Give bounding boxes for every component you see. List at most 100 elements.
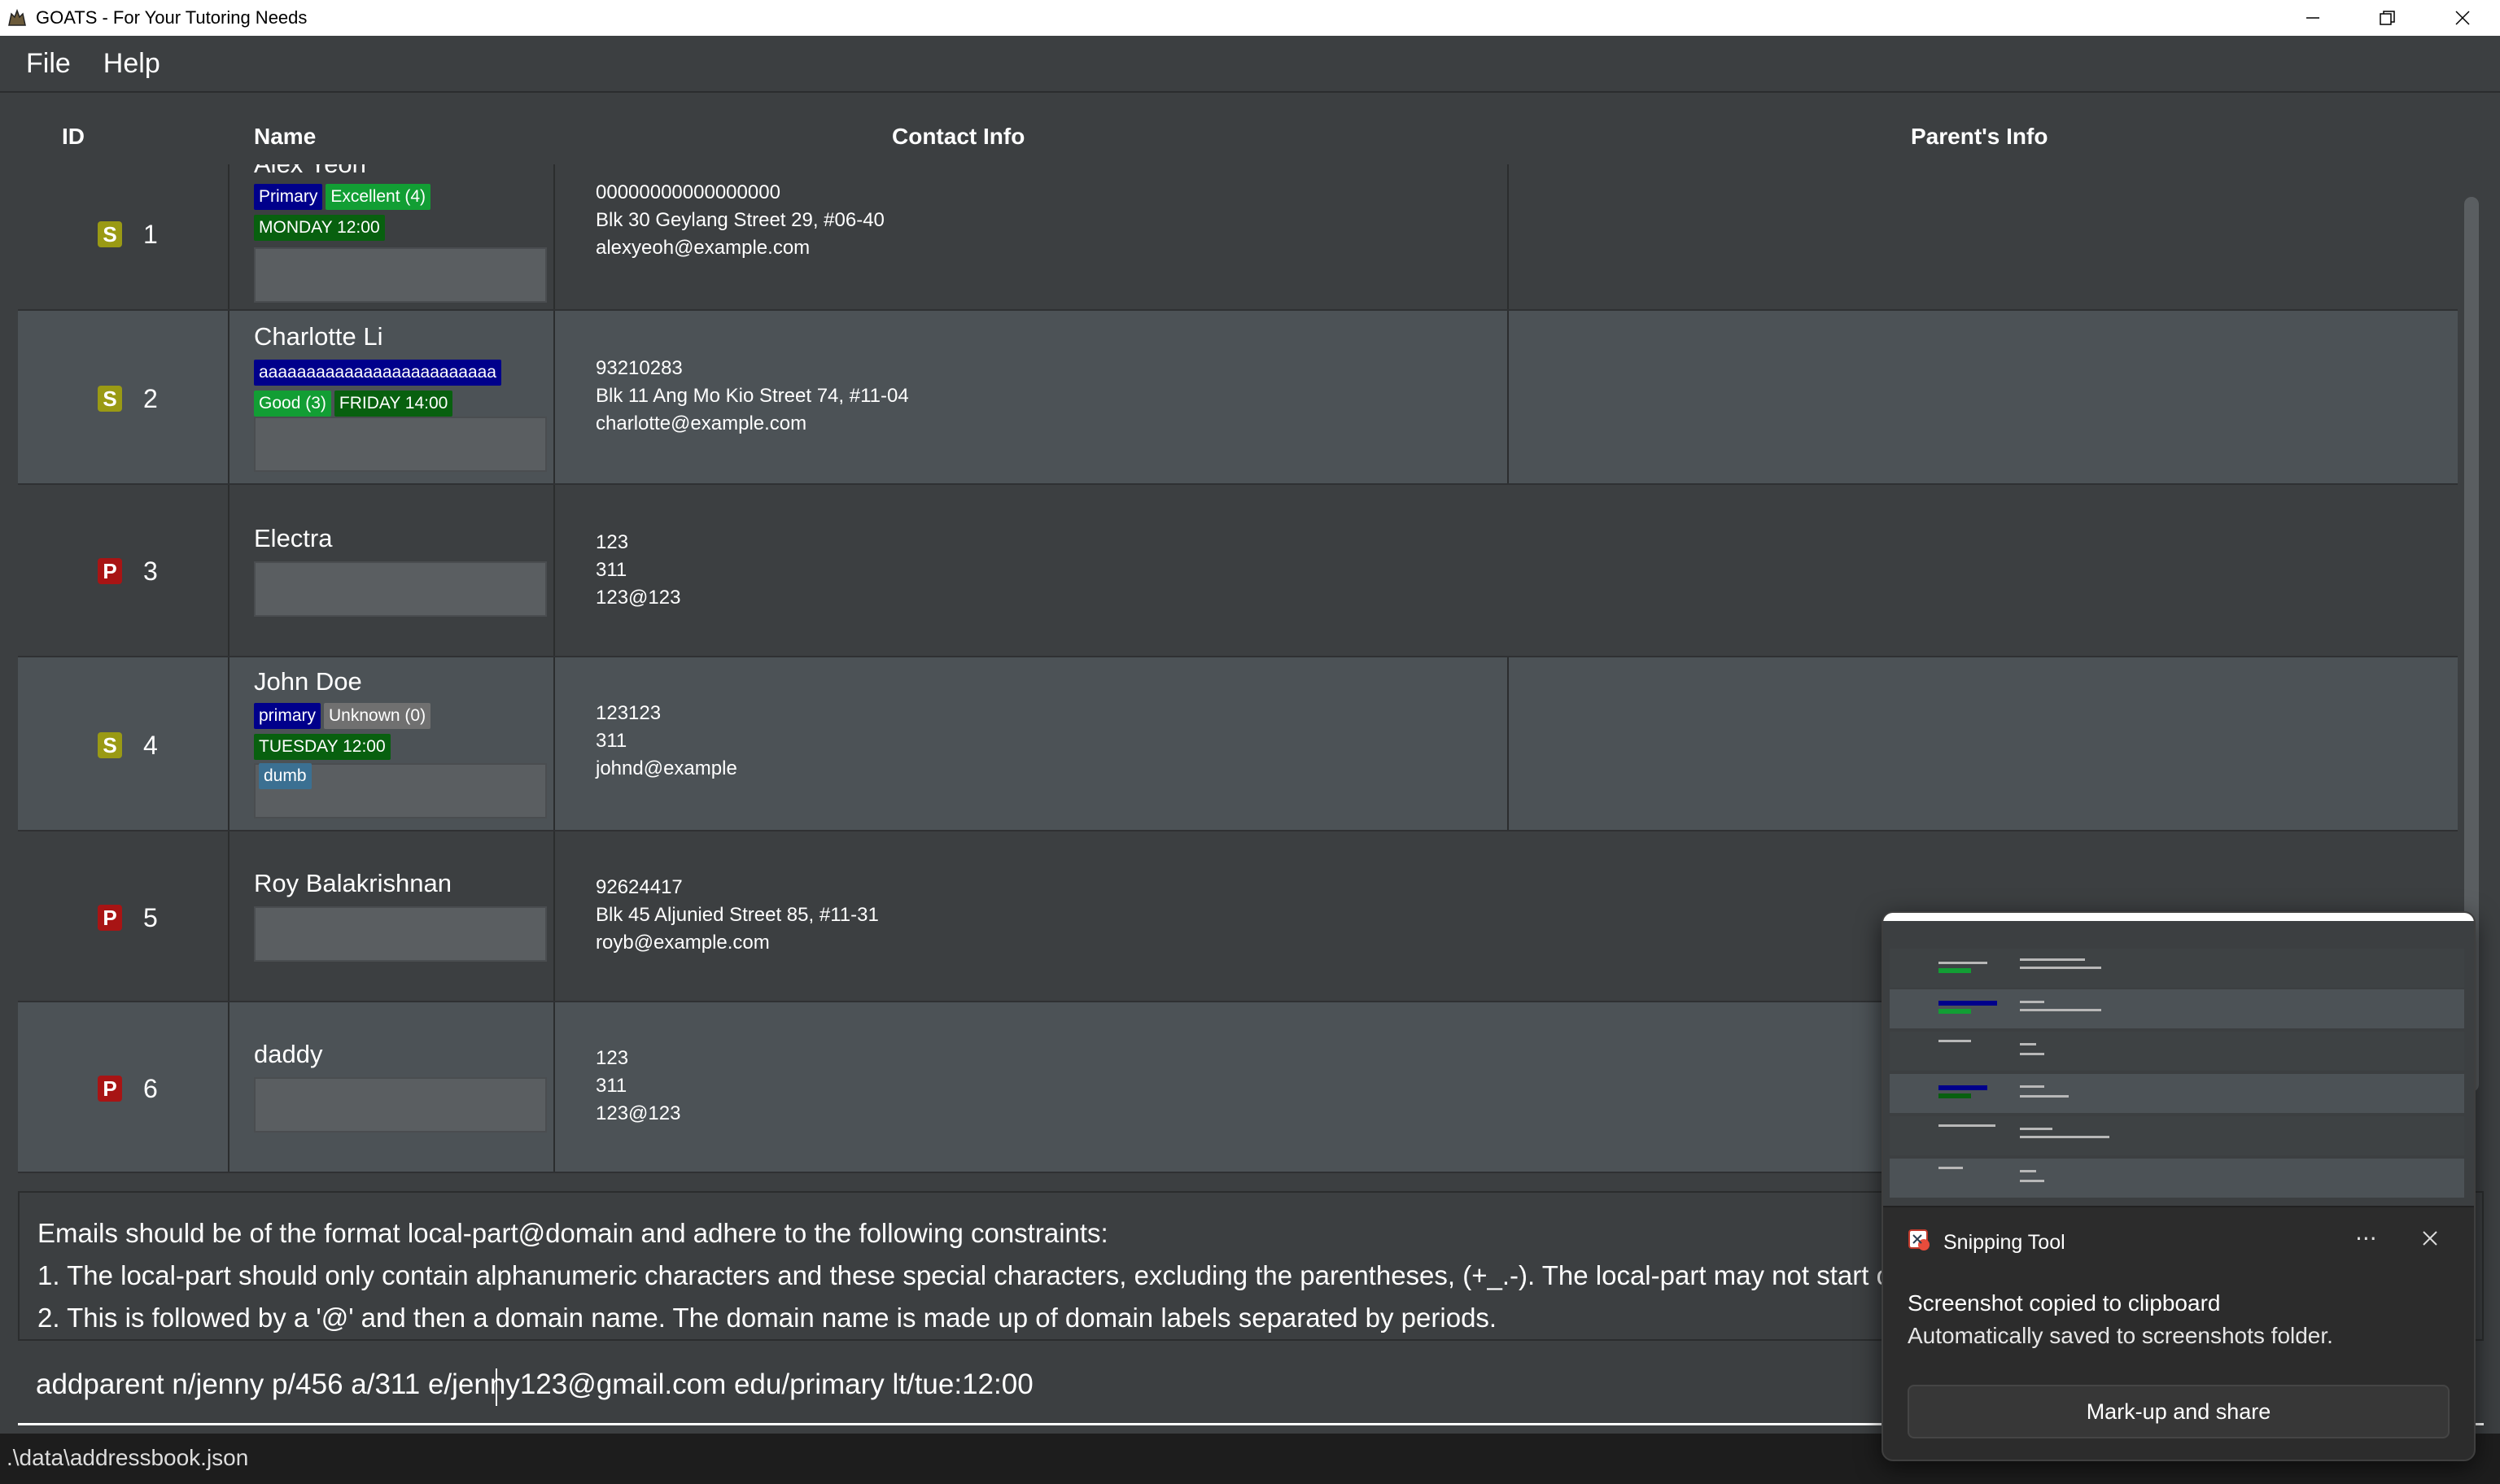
person-name: daddy — [254, 1040, 323, 1068]
tag-grade: Excellent (4) — [326, 184, 431, 210]
person-id: 1 — [143, 220, 158, 249]
student-badge: S — [98, 732, 122, 758]
address: 311 — [596, 1075, 627, 1097]
tag-lesson-time: FRIDAY 14:00 — [334, 391, 453, 417]
close-icon[interactable] — [2420, 1229, 2440, 1251]
address: Blk 30 Geylang Street 29, #06-40 — [596, 209, 885, 231]
id-cell: P 5 — [18, 831, 229, 1001]
phone: 123 — [596, 1047, 629, 1069]
person-name: John Doe — [254, 667, 362, 696]
contact-cell: 00000000000000000 Blk 30 Geylang Street … — [555, 164, 1507, 309]
save-location: .\data\addressbook.json — [7, 1445, 249, 1470]
contact-cell: 123 311 123@123 — [555, 485, 2458, 656]
student-badge: S — [98, 386, 122, 412]
email: charlotte@example.com — [596, 412, 807, 434]
window-title: GOATS - For Your Tutoring Needs — [36, 7, 308, 28]
header-id: ID — [62, 124, 85, 149]
address: Blk 45 Aljunied Street 85, #11-31 — [596, 904, 879, 926]
restore-icon[interactable] — [2350, 0, 2425, 36]
tag-grade: Unknown (0) — [324, 703, 431, 729]
email: royb@example.com — [596, 932, 770, 954]
parent-cell — [1507, 657, 2458, 830]
table-header: ID Name Contact Info Parent's Info — [0, 93, 2474, 164]
tag-level: primary — [254, 703, 321, 729]
notes-box — [254, 247, 547, 303]
header-contact: Contact Info — [892, 124, 1025, 149]
tag-list: aaaaaaaaaaaaaaaaaaaaaaaaa Good (3) FRIDA… — [254, 360, 547, 421]
menu-help[interactable]: Help — [103, 48, 160, 80]
parent-badge: P — [98, 905, 122, 931]
notes-box — [254, 417, 547, 472]
person-id: 3 — [143, 556, 158, 586]
menu-file[interactable]: File — [26, 48, 71, 80]
name-cell: Roy Balakrishnan — [229, 831, 555, 1001]
phone: 93210283 — [596, 357, 683, 379]
name-cell: Electra — [229, 485, 555, 656]
tag-grade: Good (3) — [254, 391, 331, 417]
tag-list: Primary Excellent (4) MONDAY 12:00 — [254, 184, 547, 246]
table-row[interactable]: S 2 Charlotte Li aaaaaaaaaaaaaaaaaaaaaaa… — [18, 311, 2458, 485]
parent-cell — [1507, 311, 2458, 483]
contact-cell: 93210283 Blk 11 Ang Mo Kio Street 74, #1… — [555, 311, 1507, 483]
person-name: Roy Balakrishnan — [254, 869, 452, 897]
minimize-icon[interactable] — [2275, 0, 2350, 36]
id-cell: S 1 — [18, 164, 229, 309]
email: alexyeoh@example.com — [596, 237, 811, 259]
person-id: 4 — [143, 731, 158, 760]
markup-share-button[interactable]: Mark-up and share — [1908, 1385, 2450, 1438]
parent-badge: P — [98, 1076, 122, 1102]
parent-cell — [1507, 164, 2458, 309]
notes-box — [254, 906, 547, 962]
notes-box — [254, 1077, 547, 1133]
table-row[interactable]: S 1 Alex Yeoh Primary Excellent (4) MOND… — [18, 164, 2458, 311]
table-row[interactable]: P 3 Electra 123 311 123@123 — [18, 485, 2458, 657]
name-cell: John Doe primary Unknown (0) TUESDAY 12:… — [229, 657, 555, 830]
notification-app-name: Snipping Tool — [1943, 1230, 2065, 1254]
tag-level: aaaaaaaaaaaaaaaaaaaaaaaaa — [254, 360, 501, 386]
id-cell: S 4 — [18, 657, 229, 830]
tag-lesson-time: MONDAY 12:00 — [254, 215, 385, 241]
person-id: 6 — [143, 1074, 158, 1103]
text-caret — [496, 1368, 497, 1406]
name-cell: Charlotte Li aaaaaaaaaaaaaaaaaaaaaaaaa G… — [229, 311, 555, 483]
parent-badge: P — [98, 558, 122, 584]
email: 123@123 — [596, 1102, 681, 1124]
email: johnd@example — [596, 757, 737, 779]
person-id: 5 — [143, 903, 158, 932]
person-name: Electra — [254, 524, 333, 552]
id-cell: S 2 — [18, 311, 229, 483]
tag-note: dumb — [259, 763, 312, 789]
tag-lesson-time: TUESDAY 12:00 — [254, 734, 391, 760]
address: 311 — [596, 559, 627, 581]
phone: 123123 — [596, 702, 662, 724]
person-id: 2 — [143, 384, 158, 413]
table-row[interactable]: S 4 John Doe primary Unknown (0) TUESDAY… — [18, 657, 2458, 831]
goat-app-icon — [5, 6, 29, 30]
header-name: Name — [254, 124, 317, 149]
close-icon[interactable] — [2425, 0, 2500, 36]
notification-body: Automatically saved to screenshots folde… — [1908, 1323, 2333, 1348]
id-cell: P 3 — [18, 485, 229, 656]
header-parent: Parent's Info — [1911, 124, 2048, 149]
screenshot-thumbnail[interactable] — [1883, 913, 2474, 1207]
phone: 123 — [596, 531, 629, 553]
person-name: Alex Yeoh — [254, 164, 366, 179]
menu-bar: File Help — [0, 36, 2500, 91]
title-bar: GOATS - For Your Tutoring Needs — [0, 0, 2500, 36]
more-options-icon[interactable]: ··· — [2355, 1225, 2377, 1252]
snipping-tool-icon — [1908, 1229, 1932, 1256]
snipping-tool-notification[interactable]: Snipping Tool ··· Screenshot copied to c… — [1882, 911, 2476, 1461]
name-cell: daddy — [229, 1002, 555, 1172]
address: Blk 11 Ang Mo Kio Street 74, #11-04 — [596, 385, 909, 407]
student-badge: S — [98, 221, 122, 247]
phone: 92624417 — [596, 876, 683, 898]
notes-box: dumb — [254, 763, 547, 818]
address: 311 — [596, 730, 627, 752]
name-cell: Alex Yeoh Primary Excellent (4) MONDAY 1… — [229, 164, 555, 309]
email: 123@123 — [596, 587, 681, 609]
tag-level: Primary — [254, 184, 323, 210]
notes-box — [254, 561, 547, 617]
person-name: Charlotte Li — [254, 322, 383, 351]
notification-title: Screenshot copied to clipboard — [1908, 1290, 2221, 1316]
tag-list: primary Unknown (0) TUESDAY 12:00 — [254, 703, 547, 765]
